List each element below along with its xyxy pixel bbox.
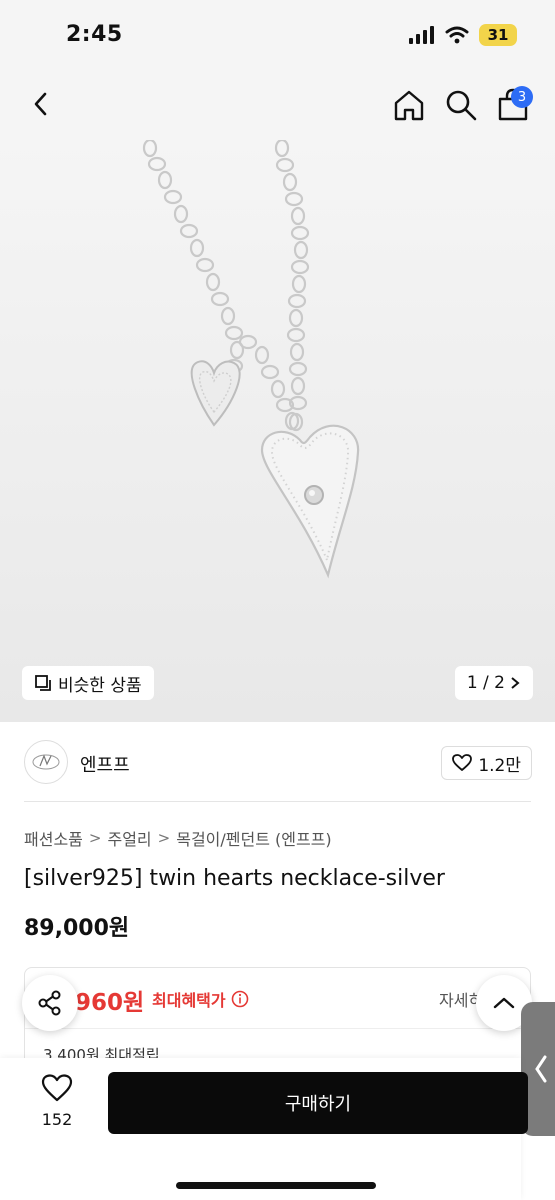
- search-icon[interactable]: [442, 86, 480, 124]
- product-image-carousel[interactable]: 비슷한 상품 1 / 2: [0, 140, 555, 722]
- brand-like-count: 1.2만: [478, 755, 521, 776]
- similar-products-button[interactable]: 비슷한 상품: [22, 666, 154, 700]
- heart-icon: [41, 1074, 73, 1102]
- product-price: 89,000원: [24, 916, 130, 941]
- page-indicator-text: 1 / 2: [466, 673, 505, 693]
- divider: [24, 801, 531, 802]
- share-icon: [38, 990, 61, 1016]
- status-time: 2:45: [66, 22, 123, 47]
- breadcrumb-item[interactable]: 주얼리: [107, 826, 151, 850]
- battery-indicator: 31: [479, 24, 517, 46]
- chevron-up-icon: [493, 997, 515, 1009]
- back-arrow-icon[interactable]: [24, 86, 60, 122]
- image-page-indicator[interactable]: 1 / 2: [454, 666, 533, 700]
- heart-icon: [452, 754, 473, 771]
- max-benefit-label-text: 최대혜택가: [152, 991, 226, 1010]
- similar-products-label: 비슷한 상품: [58, 675, 142, 696]
- chevron-right-icon: >: [157, 829, 171, 847]
- product-image: [142, 140, 360, 579]
- wishlist-button[interactable]: 152: [36, 1074, 78, 1144]
- chevron-right-icon: >: [88, 829, 102, 847]
- brand-like-button[interactable]: 1.2만: [441, 746, 532, 780]
- chevron-left-icon: [535, 1055, 547, 1083]
- top-nav: [0, 72, 555, 140]
- brand-name[interactable]: 엔프프: [80, 751, 130, 777]
- status-icons: 31: [409, 24, 517, 46]
- brand-logo[interactable]: [24, 740, 68, 784]
- max-benefit-price: 960원: [75, 990, 145, 1016]
- product-title: [silver925] twin hearts necklace-silver: [24, 866, 445, 891]
- chevron-right-icon: [511, 677, 520, 689]
- buy-button[interactable]: 구매하기: [108, 1072, 528, 1134]
- brand-row: 엔프프 1.2만: [0, 738, 555, 800]
- similar-items-icon: [35, 675, 51, 691]
- signal-icon: [409, 26, 434, 44]
- breadcrumb-item[interactable]: 목걸이/펜던트 (엔프프): [176, 826, 331, 850]
- status-bar: 2:45 31: [0, 0, 555, 72]
- info-icon[interactable]: [231, 990, 249, 1008]
- home-icon[interactable]: [390, 86, 428, 124]
- brand-monogram-icon: [32, 754, 60, 770]
- max-benefit-label: 최대혜택가: [152, 987, 249, 1011]
- wifi-icon: [445, 26, 469, 44]
- home-indicator: [176, 1182, 376, 1189]
- breadcrumb-item[interactable]: 패션소품: [24, 826, 83, 850]
- wishlist-count: 152: [41, 1110, 73, 1129]
- divider: [25, 1028, 530, 1029]
- bottom-action-bar: 152 구매하기: [0, 1058, 528, 1200]
- breadcrumb: 패션소품 > 주얼리 > 목걸이/펜던트 (엔프프): [24, 826, 332, 850]
- cart-count-badge: 3: [511, 86, 533, 108]
- share-button[interactable]: [22, 975, 78, 1031]
